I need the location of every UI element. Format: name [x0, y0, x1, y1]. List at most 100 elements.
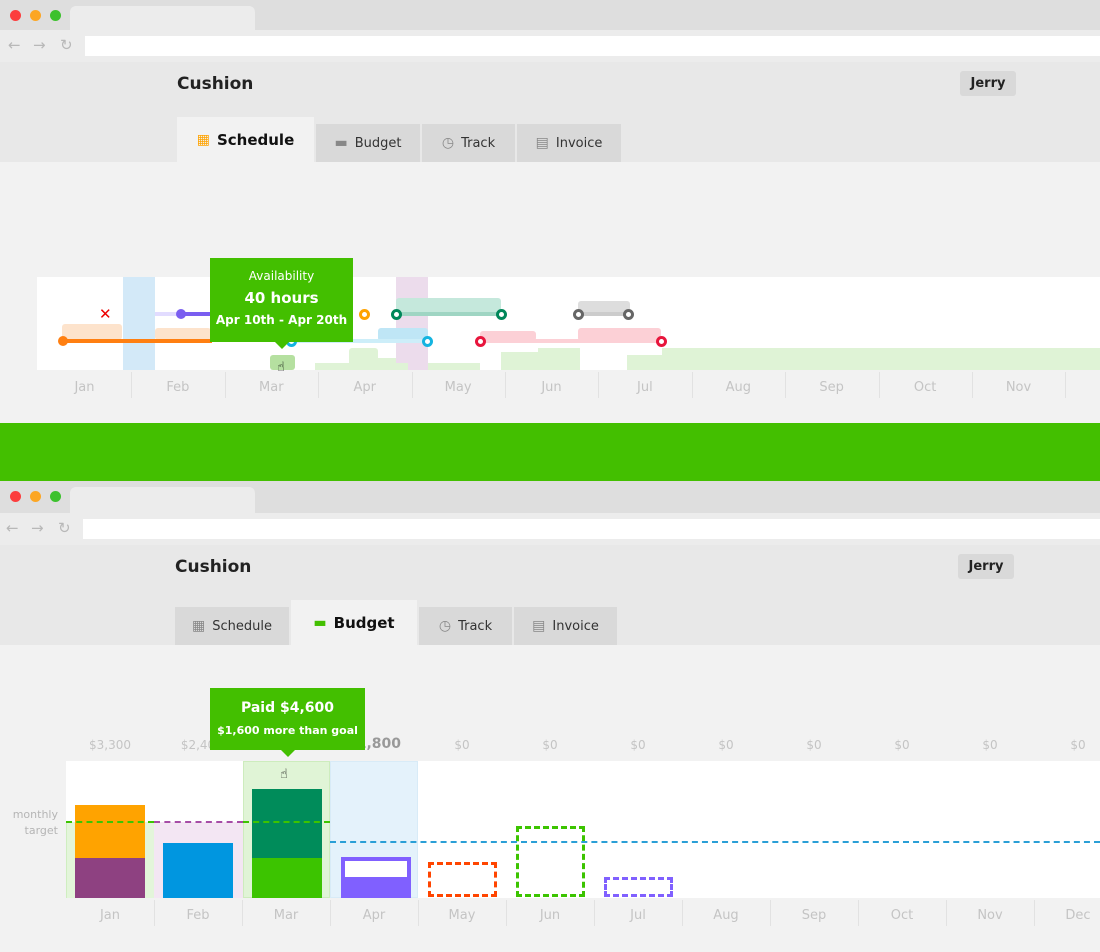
milestone-marker[interactable] — [475, 336, 486, 347]
month-divider — [131, 372, 133, 398]
month-divider — [242, 900, 243, 926]
project-block[interactable] — [62, 324, 122, 340]
bar-segment[interactable] — [75, 858, 145, 898]
milestone-marker[interactable] — [359, 309, 370, 320]
calendar-icon: ▦ — [192, 618, 206, 634]
invoice-icon: ▤ — [535, 135, 549, 151]
availability-block[interactable] — [428, 363, 480, 370]
month-label: Apr — [353, 380, 376, 395]
bar-segment[interactable] — [252, 858, 322, 898]
close-window-button[interactable] — [10, 491, 21, 502]
availability-block[interactable] — [538, 348, 580, 370]
reload-icon[interactable]: ↻ — [58, 519, 71, 537]
month-axis: Jan Feb Mar Apr May Jun Jul Aug Sep Oct Nov Dec — [0, 372, 1100, 402]
bar-segment[interactable] — [75, 805, 145, 858]
tab-budget[interactable]: ▬ Budget — [316, 124, 421, 162]
tooltip-title: Availability — [248, 269, 315, 283]
tooltip-value: 40 hours — [244, 289, 319, 307]
app-header: Cushion Jerry ▦ Schedule ▬ Budget ◷ Track ▤… — [0, 62, 1100, 162]
projected-bar[interactable] — [604, 877, 673, 897]
tab-invoice[interactable]: ▤ Invoice — [514, 607, 618, 645]
forward-icon[interactable]: → — [31, 519, 44, 537]
project-timeline[interactable] — [480, 339, 661, 343]
month-label: Dec — [1065, 380, 1100, 395]
tab-schedule[interactable]: ▦ Schedule — [177, 117, 315, 162]
tab-label: Schedule — [216, 130, 295, 149]
address-bar[interactable] — [85, 36, 1100, 56]
month-divider — [1065, 372, 1067, 398]
month-total: $0 — [454, 738, 470, 752]
tab-track[interactable]: ◷ Track — [419, 607, 513, 645]
reload-icon[interactable]: ↻ — [60, 36, 73, 54]
maximize-window-button[interactable] — [50, 491, 61, 502]
month-label: Jun — [541, 380, 562, 395]
milestone-marker[interactable] — [391, 309, 402, 320]
back-icon[interactable]: ← — [8, 36, 21, 54]
browser-tab[interactable] — [70, 487, 255, 513]
week-highlight — [396, 277, 428, 370]
project-timeline[interactable] — [181, 312, 211, 316]
availability-block[interactable] — [378, 358, 396, 370]
month-divider — [506, 900, 507, 926]
availability-block[interactable] — [627, 355, 662, 370]
app-name: Cushion — [177, 74, 254, 94]
money-icon: ▬ — [334, 135, 348, 151]
month-label: Aug — [725, 380, 751, 395]
tab-invoice[interactable]: ▤ Invoice — [517, 124, 622, 162]
bar-segment[interactable] — [252, 789, 322, 858]
project-timeline[interactable] — [62, 339, 212, 343]
bar-segment[interactable] — [163, 843, 233, 898]
maximize-window-button[interactable] — [50, 10, 61, 21]
forward-icon[interactable]: → — [33, 36, 46, 54]
month-divider — [946, 900, 947, 926]
user-button[interactable]: Jerry — [960, 71, 1016, 96]
month-totals: $3,300 $2,40 $1,800 $0 $0 $0 $0 $0 $0 $0 $0 — [0, 736, 1100, 758]
project-timeline[interactable] — [578, 312, 628, 316]
milestone-marker[interactable] — [623, 309, 634, 320]
money-icon: ▬ — [313, 614, 327, 631]
cancelled-x-icon[interactable]: ✕ — [99, 305, 112, 323]
month-divider — [682, 900, 683, 926]
projected-bar[interactable] — [516, 826, 585, 897]
target-line — [243, 821, 330, 823]
project-timeline[interactable] — [396, 312, 501, 316]
month-divider — [858, 900, 859, 926]
month-divider — [594, 900, 595, 926]
month-label: Aug — [713, 908, 739, 923]
address-bar[interactable] — [83, 519, 1100, 539]
availability-block[interactable] — [349, 348, 378, 370]
milestone-marker[interactable] — [496, 309, 507, 320]
milestone-marker[interactable] — [422, 336, 433, 347]
month-divider — [418, 900, 419, 926]
tab-track[interactable]: ◷ Track — [422, 124, 516, 162]
tab-budget[interactable]: ▬ Budget — [291, 600, 418, 645]
month-divider — [318, 372, 320, 398]
tab-label: Invoice — [555, 135, 603, 151]
month-total: $0 — [718, 738, 734, 752]
back-icon[interactable]: ← — [6, 519, 19, 537]
project-start-marker[interactable] — [58, 336, 68, 346]
user-button[interactable]: Jerry — [958, 554, 1014, 579]
month-label: Jul — [630, 908, 646, 923]
minimize-window-button[interactable] — [30, 10, 41, 21]
month-divider — [224, 372, 226, 398]
stopwatch-icon: ◷ — [441, 135, 455, 151]
tab-label: Schedule — [212, 618, 272, 634]
browser-tab[interactable] — [70, 6, 255, 32]
minimize-window-button[interactable] — [30, 491, 41, 502]
milestone-marker[interactable] — [656, 336, 667, 347]
milestone-marker[interactable] — [573, 309, 584, 320]
month-divider — [1034, 900, 1035, 926]
close-window-button[interactable] — [10, 10, 21, 21]
bar-segment[interactable] — [341, 857, 411, 898]
availability-block[interactable] — [501, 352, 538, 370]
tooltip-title: Paid $4,600 — [240, 700, 335, 716]
tab-label: Budget — [333, 613, 395, 632]
month-label: Apr — [362, 908, 386, 923]
projected-bar[interactable] — [428, 862, 497, 897]
month-label: Sep — [819, 380, 844, 395]
month-label: Nov — [1005, 380, 1032, 395]
target-line — [66, 821, 154, 823]
availability-block[interactable] — [662, 348, 1100, 370]
tab-schedule[interactable]: ▦ Schedule — [175, 607, 290, 645]
